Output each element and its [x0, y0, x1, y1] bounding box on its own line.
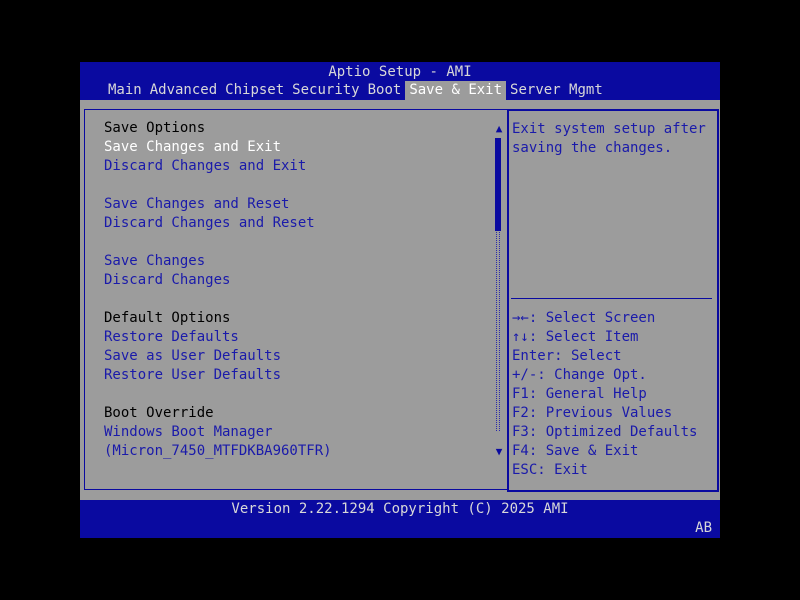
status-bar: Version 2.22.1294 Copyright (C) 2025 AMI… [80, 500, 720, 538]
tab-advanced[interactable]: Advanced [146, 81, 221, 100]
tab-chipset[interactable]: Chipset [221, 81, 288, 100]
main-panel: Save Options Save Changes and Exit Disca… [80, 100, 720, 501]
key-hint-optimized-defaults: F3: Optimized Defaults [512, 424, 698, 440]
key-hint-previous-values: F2: Previous Values [512, 405, 673, 421]
tab-security[interactable]: Security [288, 81, 363, 100]
section-heading-default-options: Default Options [104, 310, 231, 326]
menu-item-restore-defaults[interactable]: Restore Defaults [104, 328, 239, 347]
tab-save-exit[interactable]: Save & Exit [405, 81, 507, 100]
title-bar: Aptio Setup - AMI Main Advanced Chipset … [80, 62, 720, 100]
tab-server-mgmt[interactable]: Server Mgmt [506, 81, 607, 100]
menu-item-save-changes[interactable]: Save Changes [104, 252, 205, 271]
menu-item-windows-boot-manager[interactable]: Windows Boot Manager [104, 423, 273, 442]
menu-item-save-changes-and-reset[interactable]: Save Changes and Reset [104, 195, 289, 214]
key-hint-change-opt: +/-: Change Opt. [512, 367, 647, 383]
menu-item-discard-changes-and-reset[interactable]: Discard Changes and Reset [104, 214, 315, 233]
menu-item-save-as-user-defaults[interactable]: Save as User Defaults [104, 347, 281, 366]
scroll-down-arrow-icon[interactable]: ▼ [493, 446, 505, 458]
tab-boot[interactable]: Boot [364, 81, 406, 100]
tab-bar: Main Advanced Chipset Security Boot Save… [104, 81, 607, 100]
bios-setup-screen: Aptio Setup - AMI Main Advanced Chipset … [80, 62, 720, 538]
key-hint-general-help: F1: General Help [512, 386, 647, 402]
scrollbar-thumb[interactable] [495, 138, 501, 231]
key-hint-select-screen: →←: Select Screen [512, 310, 656, 326]
tab-main[interactable]: Main [104, 81, 146, 100]
section-heading-save-options: Save Options [104, 120, 206, 136]
setup-title: Aptio Setup - AMI [328, 64, 472, 80]
key-hint-esc-exit: ESC: Exit [512, 462, 588, 478]
menu-item-boot-device-model[interactable]: (Micron_7450_MTFDKBA960TFR) [104, 442, 332, 461]
key-hint-enter-select: Enter: Select [512, 348, 622, 364]
help-divider [511, 298, 712, 299]
menu-item-discard-changes[interactable]: Discard Changes [104, 271, 230, 290]
menu-item-discard-changes-and-exit[interactable]: Discard Changes and Exit [104, 157, 306, 176]
menu-item-save-changes-and-exit[interactable]: Save Changes and Exit [104, 138, 281, 157]
key-hint-save-exit: F4: Save & Exit [512, 443, 639, 459]
post-code: AB [695, 520, 712, 536]
section-heading-boot-override: Boot Override [104, 405, 214, 421]
scroll-up-arrow-icon[interactable]: ▲ [493, 123, 505, 135]
version-text: Version 2.22.1294 Copyright (C) 2025 AMI [231, 501, 569, 517]
menu-item-restore-user-defaults[interactable]: Restore User Defaults [104, 366, 281, 385]
key-hint-select-item: ↑↓: Select Item [512, 329, 639, 345]
help-text: Exit system setup after saving the chang… [512, 121, 715, 156]
